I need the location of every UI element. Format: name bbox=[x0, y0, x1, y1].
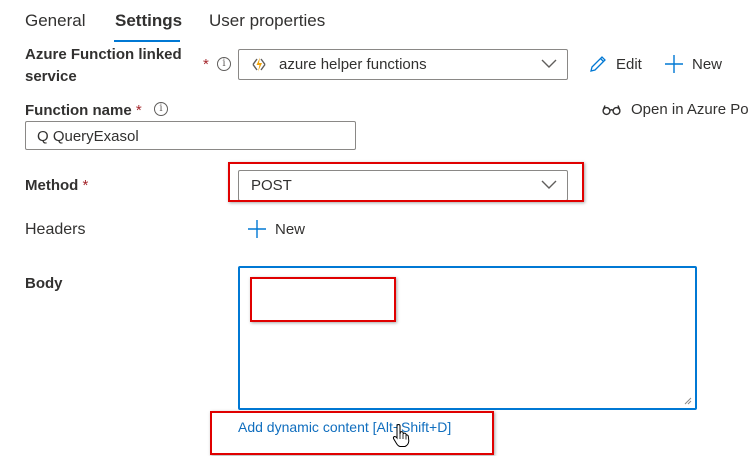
chevron-down-icon bbox=[541, 59, 557, 68]
info-icon[interactable]: i bbox=[217, 57, 231, 71]
tab-general[interactable]: General bbox=[25, 11, 85, 31]
plus-icon bbox=[248, 220, 266, 238]
method-dropdown[interactable]: POST bbox=[238, 170, 568, 201]
glasses-icon bbox=[602, 104, 621, 115]
new-linked-service-label: New bbox=[692, 55, 723, 73]
add-header-button[interactable]: New bbox=[247, 219, 305, 239]
function-name-label: Function name * bbox=[25, 102, 142, 119]
plus-icon bbox=[665, 55, 683, 73]
linked-service-dropdown[interactable]: azure helper functions bbox=[238, 49, 568, 80]
pencil-icon bbox=[590, 56, 606, 72]
headers-label: Headers bbox=[25, 221, 86, 238]
body-textarea[interactable] bbox=[238, 266, 697, 410]
edit-button-label: Edit bbox=[616, 55, 642, 73]
hand-cursor-icon bbox=[392, 424, 410, 447]
open-in-azure-portal-label: Open in Azure Po bbox=[631, 101, 749, 118]
edit-button[interactable]: Edit bbox=[588, 54, 642, 74]
tab-user-properties[interactable]: User properties bbox=[209, 11, 325, 31]
add-dynamic-content-link[interactable]: Add dynamic content [Alt+Shift+D] bbox=[238, 419, 451, 435]
linked-service-value: azure helper functions bbox=[279, 56, 427, 73]
method-label: Method * bbox=[25, 177, 89, 194]
new-linked-service-button[interactable]: New bbox=[664, 54, 722, 74]
resize-grip-icon[interactable] bbox=[683, 396, 692, 405]
method-required-mark: * bbox=[82, 177, 89, 194]
function-name-value: Q QueryExasol bbox=[37, 128, 139, 145]
function-name-required-mark: * bbox=[135, 102, 142, 119]
function-name-input[interactable]: Q QueryExasol bbox=[25, 121, 356, 150]
open-in-azure-portal-button[interactable]: Open in Azure Po bbox=[602, 101, 749, 118]
function-bolt-icon bbox=[251, 56, 267, 77]
method-value: POST bbox=[251, 177, 292, 194]
linked-service-label-line1: Azure Function linked bbox=[25, 46, 182, 63]
tab-settings[interactable]: Settings bbox=[115, 11, 182, 31]
info-icon[interactable]: i bbox=[154, 102, 168, 116]
linked-service-required-mark: * bbox=[203, 56, 209, 73]
body-label: Body bbox=[25, 275, 63, 292]
active-tab-indicator bbox=[114, 40, 180, 42]
add-header-label: New bbox=[275, 220, 306, 238]
chevron-down-icon bbox=[541, 180, 557, 189]
linked-service-label-line2: service bbox=[25, 68, 77, 85]
